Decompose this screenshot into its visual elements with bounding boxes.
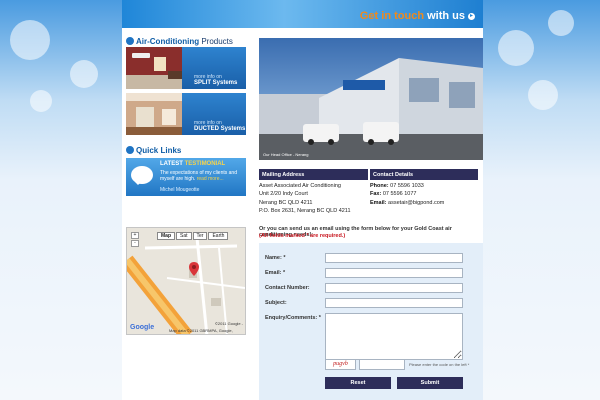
- email-label: Email:: [370, 200, 387, 206]
- ducted-room-image: [126, 93, 190, 135]
- page-container: Get in touch with us ▸ Air-Conditioning …: [122, 0, 483, 400]
- ducted-systems-banner[interactable]: more info on DUCTED Systems: [126, 93, 246, 135]
- testimonial-author: Michel Mougeotte: [160, 187, 200, 193]
- map-data-credit: Map data ©2011 GBRMPA, Google,: [169, 328, 233, 333]
- background-right-panel: [478, 0, 600, 400]
- head-office-photo: Our Head Office - Nerang: [259, 38, 483, 160]
- mailing-line-2: Unit 2/20 Indy Court: [259, 191, 308, 197]
- contact-number-field[interactable]: [325, 283, 463, 293]
- quick-links-heading: Quick Links: [126, 146, 181, 155]
- map-tab-sat[interactable]: Sat: [176, 232, 192, 240]
- get-in-touch-link[interactable]: Get in touch with us: [360, 10, 465, 22]
- email-field-label: Email: *: [265, 270, 286, 276]
- map-attribution: ©2011 Google -: [214, 321, 243, 326]
- testimonial-banner[interactable]: LATEST TESTIMONIAL The expectations of m…: [126, 158, 246, 196]
- name-field[interactable]: [325, 253, 463, 263]
- enquiry-textarea[interactable]: [325, 313, 463, 360]
- building-image: [259, 38, 483, 160]
- captcha-hint: Please enter the code on the left *: [409, 362, 470, 367]
- map-zoom-controls: + -: [131, 232, 139, 248]
- background-left-panel: [0, 0, 122, 400]
- quick-links-heading-text: Quick Links: [136, 146, 182, 155]
- zoom-in-button[interactable]: +: [131, 232, 139, 239]
- captcha-image: pugvb: [325, 359, 356, 370]
- bullet-icon: [126, 37, 134, 45]
- bullet-icon: [126, 146, 134, 154]
- enquiry-form: Name: * Email: * Contact Number: Subject…: [259, 243, 483, 400]
- enquiry-label: Enquiry/Comments: *: [265, 315, 321, 321]
- map-tab-map[interactable]: Map: [157, 232, 175, 240]
- contact-details-heading: Contact Details: [370, 169, 478, 180]
- get-in-touch-text: Get in touch: [359, 10, 425, 22]
- map-tab-earth[interactable]: Earth: [208, 232, 229, 240]
- split-room-image: [126, 47, 190, 89]
- subject-label: Subject:: [265, 300, 287, 306]
- testimonial-title-word: TESTIMONIAL: [184, 161, 226, 167]
- split-name-text: SPLIT Systems: [194, 80, 238, 86]
- phone-label: Phone:: [370, 183, 389, 189]
- products-heading-bold: Air-Conditioning: [136, 37, 200, 46]
- submit-button[interactable]: Submit: [397, 377, 463, 389]
- testimonial-title: LATEST TESTIMONIAL: [160, 161, 225, 167]
- email-link[interactable]: assetair@bigpond.com: [388, 200, 444, 206]
- location-map[interactable]: + - Map Sat Ter Earth ©2011 Google - Map…: [126, 227, 246, 335]
- mailing-address-heading: Mailing Address: [259, 169, 368, 180]
- email-field[interactable]: [325, 268, 463, 278]
- contact-fax: Fax: 07 5596 1077: [370, 190, 417, 199]
- header-banner: Get in touch with us ▸: [122, 0, 483, 28]
- phone-value: 07 5596 1033: [390, 183, 424, 189]
- zoom-out-button[interactable]: -: [131, 240, 139, 247]
- required-note: (All fields marked * are required.): [259, 233, 346, 239]
- with-us-text: with us: [427, 10, 465, 22]
- google-logo: Google: [130, 324, 155, 331]
- hero-caption: Our Head Office - Nerang: [263, 152, 309, 157]
- map-type-tabs: Map Sat Ter Earth: [157, 232, 229, 240]
- fax-label: Fax:: [370, 191, 382, 197]
- contact-number-label: Contact Number:: [265, 285, 310, 291]
- arrow-circle-icon[interactable]: ▸: [468, 13, 475, 20]
- subject-field[interactable]: [325, 298, 463, 308]
- testimonial-body: The expectations of my clients and mysel…: [160, 170, 244, 182]
- reset-button[interactable]: Reset: [325, 377, 391, 389]
- ducted-name-text: DUCTED Systems: [194, 126, 246, 132]
- map-canvas: [127, 228, 245, 334]
- contact-email: Email: assetair@bigpond.com: [370, 199, 444, 208]
- map-tab-ter[interactable]: Ter: [192, 232, 208, 240]
- read-more-link[interactable]: read more...: [197, 176, 224, 182]
- fax-value: 07 5596 1077: [382, 191, 417, 197]
- testimonial-title-latest: LATEST: [160, 161, 183, 167]
- products-heading: Air-Conditioning Products: [126, 37, 233, 46]
- captcha-input[interactable]: [359, 359, 405, 370]
- map-pin-icon[interactable]: [189, 262, 199, 276]
- split-systems-banner[interactable]: more info on SPLIT Systems: [126, 47, 246, 89]
- speech-bubble-icon: [131, 166, 153, 185]
- name-label: Name: *: [265, 255, 286, 261]
- products-heading-rest: Products: [201, 37, 233, 46]
- mailing-line-4: P.O. Box 2631, Nerang BC QLD 4211: [259, 208, 351, 214]
